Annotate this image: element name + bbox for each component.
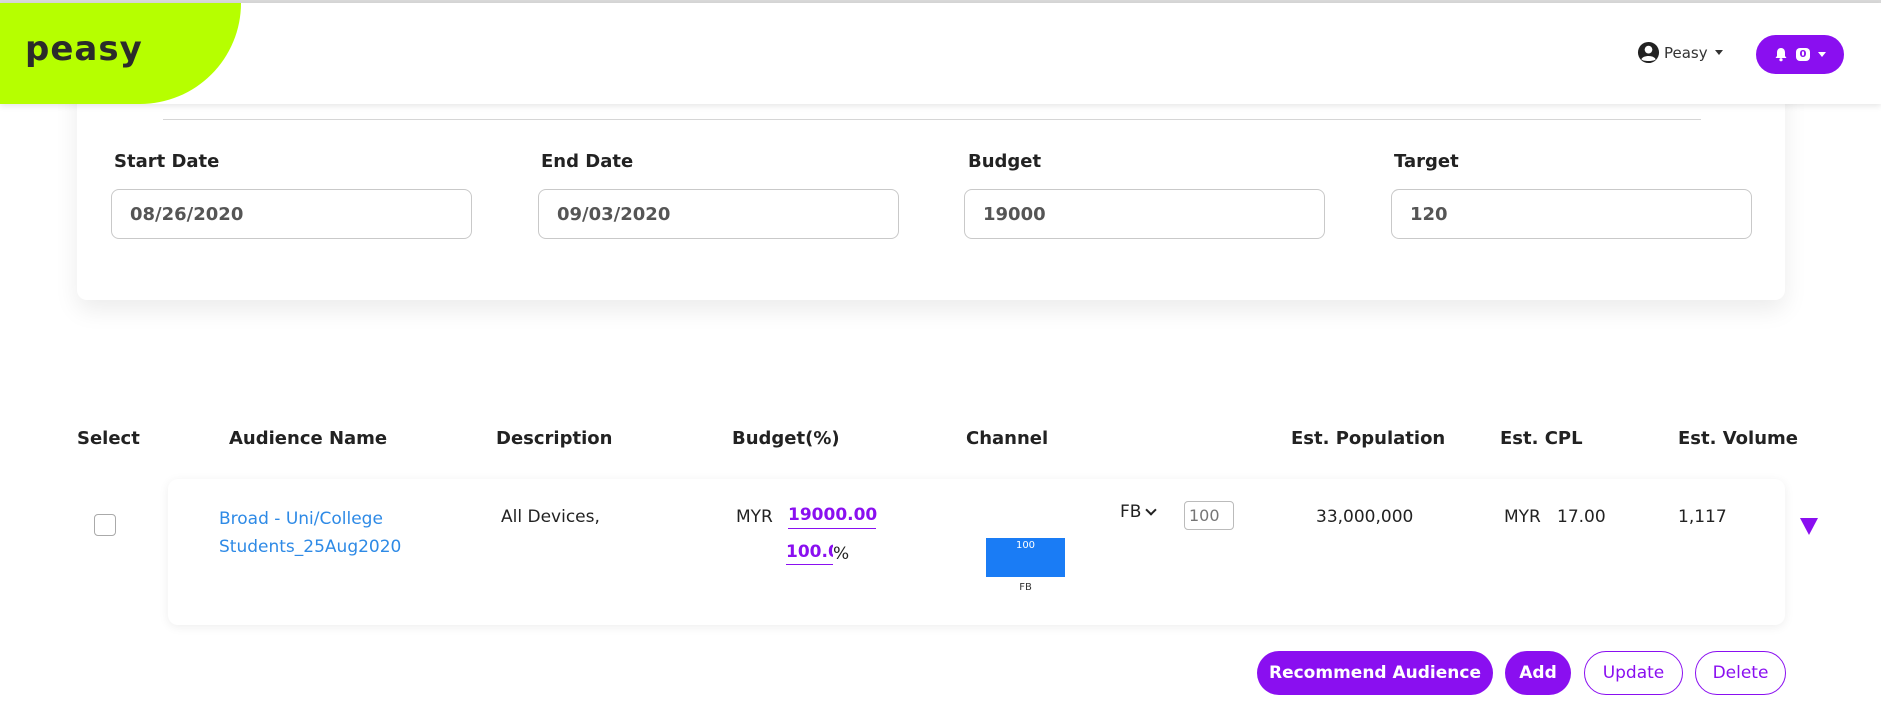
- budget-amount-input[interactable]: 19000.00: [788, 505, 877, 529]
- est-population-value: 33,000,000: [1316, 507, 1414, 527]
- audience-name-link[interactable]: Broad - Uni/College Students_25Aug2020: [219, 505, 449, 561]
- notifications-button[interactable]: 0: [1756, 35, 1844, 74]
- channel-bar-fb: 100: [986, 538, 1065, 577]
- header-description: Description: [496, 428, 613, 449]
- target-label: Target: [1394, 151, 1459, 172]
- budget-currency: MYR: [736, 507, 773, 527]
- header-channel: Channel: [966, 428, 1049, 449]
- channel-select-value: FB: [1120, 502, 1142, 522]
- notification-count-badge: 0: [1795, 48, 1811, 61]
- end-date-label: End Date: [541, 151, 634, 172]
- top-navbar: peasy Peasy 0: [0, 3, 1881, 104]
- target-input[interactable]: [1391, 189, 1752, 239]
- expand-row-icon[interactable]: [1800, 518, 1818, 535]
- delete-button[interactable]: Delete: [1695, 651, 1786, 695]
- est-cpl-value: 17.00: [1557, 507, 1606, 527]
- user-menu[interactable]: Peasy: [1637, 41, 1723, 64]
- recommend-audience-button[interactable]: Recommend Audience: [1257, 651, 1493, 695]
- header-est-volume: Est. Volume: [1678, 428, 1798, 449]
- channel-bar-value-label: 100: [1015, 540, 1036, 551]
- end-date-input[interactable]: [538, 189, 899, 239]
- budget-input[interactable]: [964, 189, 1325, 239]
- bell-icon: [1775, 48, 1787, 62]
- user-avatar-icon: [1637, 41, 1660, 64]
- brand-logo[interactable]: peasy: [25, 29, 143, 69]
- cpl-currency: MYR: [1504, 507, 1541, 527]
- user-name: Peasy: [1664, 43, 1708, 62]
- row-select-checkbox[interactable]: [94, 514, 116, 536]
- budget-label: Budget: [968, 151, 1042, 172]
- percent-sign: %: [833, 544, 850, 564]
- add-button[interactable]: Add: [1505, 651, 1571, 695]
- description-value: All Devices,: [501, 507, 600, 527]
- divider: [163, 119, 1701, 120]
- start-date-input[interactable]: [111, 189, 472, 239]
- channel-select[interactable]: FB: [1120, 502, 1158, 522]
- caret-down-icon: [1714, 50, 1723, 55]
- caret-down-icon: [1818, 52, 1827, 57]
- est-volume-value: 1,117: [1678, 507, 1727, 527]
- channel-bar-category-label: FB: [1019, 582, 1032, 593]
- header-select: Select: [77, 428, 140, 449]
- header-est-population: Est. Population: [1291, 428, 1446, 449]
- update-button[interactable]: Update: [1584, 651, 1683, 695]
- chevron-down-icon: [1145, 503, 1158, 516]
- header-budget-percent: Budget(%): [732, 428, 840, 449]
- channel-percent-input[interactable]: [1184, 501, 1234, 530]
- budget-percent-input[interactable]: 100.0: [786, 542, 833, 565]
- header-est-cpl: Est. CPL: [1500, 428, 1583, 449]
- start-date-label: Start Date: [114, 151, 220, 172]
- header-audience-name: Audience Name: [229, 428, 388, 449]
